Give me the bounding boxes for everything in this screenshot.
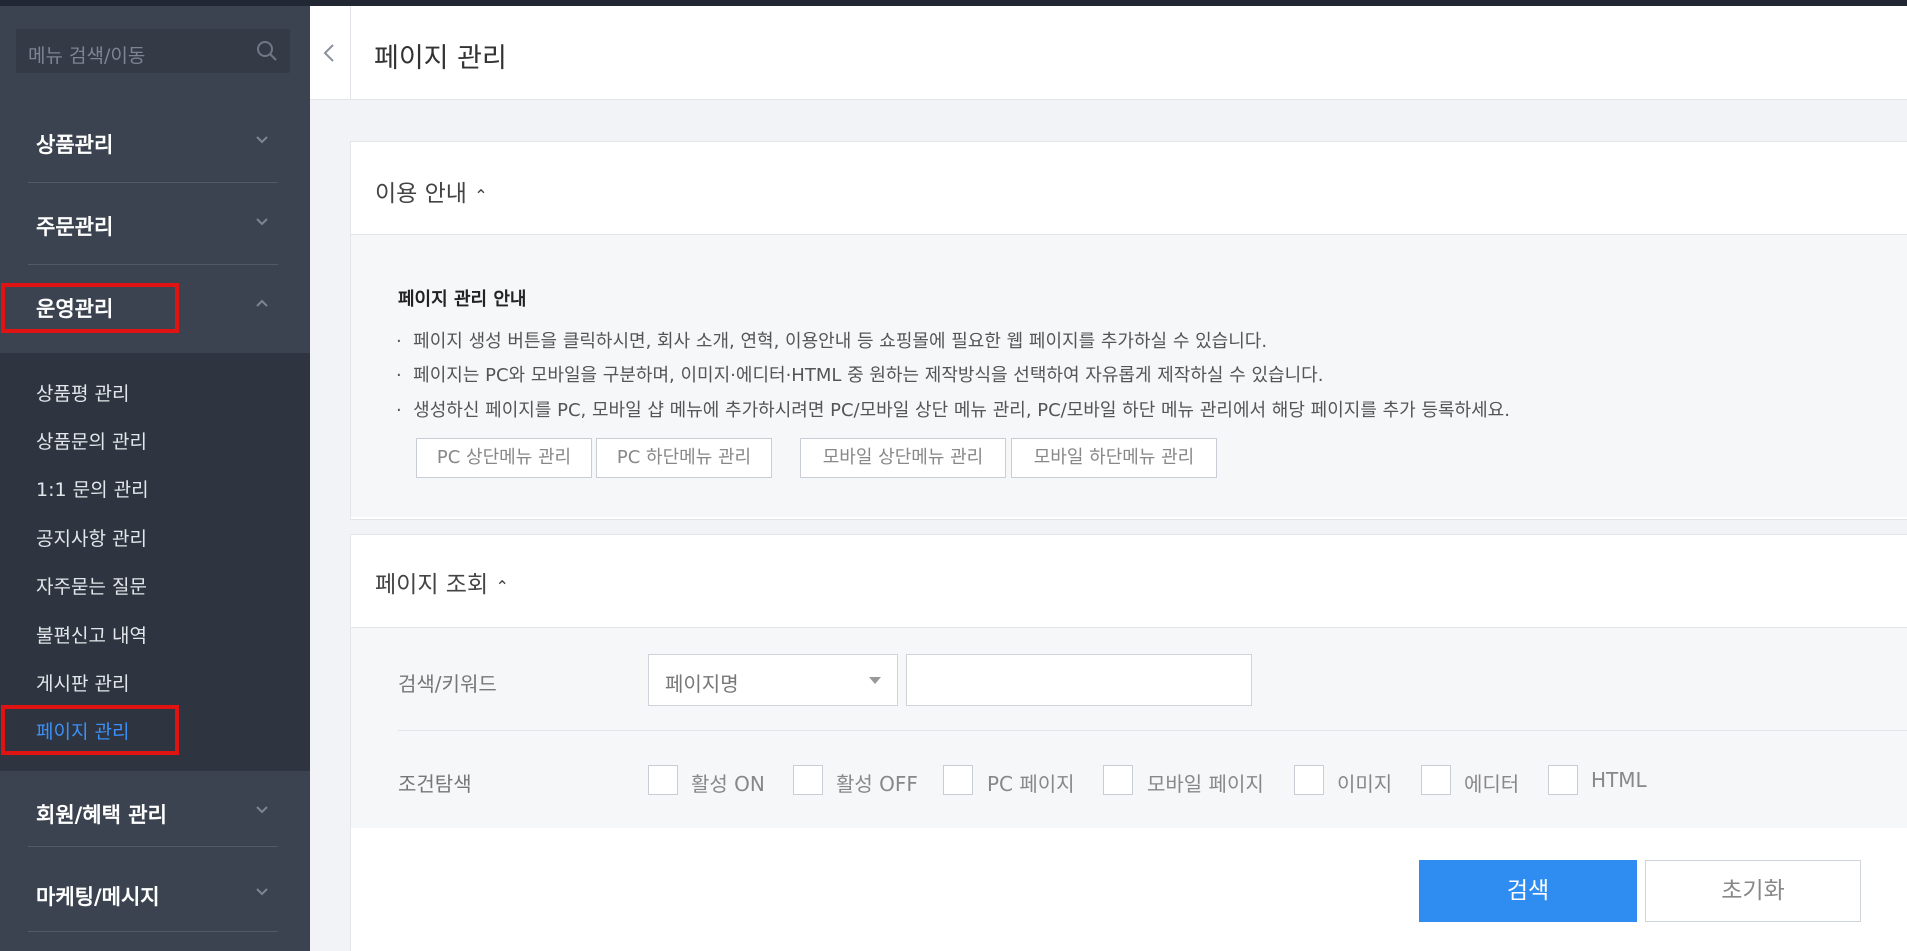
guide-bullet: · 생성하신 페이지를 PC, 모바일 샵 메뉴에 추가하시려면 PC/모바일 … bbox=[396, 400, 1510, 421]
submenu-item-complaints[interactable]: 불편신고 내역 bbox=[36, 621, 147, 648]
submenu-item-product-qna[interactable]: 상품문의 관리 bbox=[36, 427, 147, 454]
checkbox-label: 활성 ON bbox=[691, 772, 765, 796]
sidebar-item-label: 회원/혜택 관리 bbox=[36, 803, 167, 827]
divider bbox=[28, 931, 278, 932]
checkbox-pc-page[interactable] bbox=[943, 765, 973, 795]
search-button[interactable]: 검색 bbox=[1419, 860, 1637, 922]
guide-body: 페이지 관리 안내 · 페이지 생성 버튼을 클릭하시면, 회사 소개, 연혁,… bbox=[351, 234, 1907, 517]
collapse-sidebar-button[interactable] bbox=[310, 6, 351, 99]
submenu-item-faq[interactable]: 자주묻는 질문 bbox=[36, 572, 147, 599]
submenu-item-1to1-qna[interactable]: 1:1 문의 관리 bbox=[36, 475, 149, 502]
search-toggle[interactable]: 페이지 조회 ⌃ bbox=[375, 565, 509, 599]
checkbox-active-on[interactable] bbox=[648, 765, 678, 795]
checkbox-label: 활성 OFF bbox=[836, 772, 918, 796]
keyword-type-select[interactable]: 페이지명 bbox=[648, 654, 898, 706]
pc-top-menu-button[interactable]: PC 상단메뉴 관리 bbox=[416, 438, 592, 478]
guide-toggle[interactable]: 이용 안내 ⌃ bbox=[375, 174, 488, 208]
condition-label: 조건탐색 bbox=[398, 772, 472, 796]
search-icon[interactable] bbox=[256, 40, 278, 62]
keyword-input[interactable] bbox=[906, 654, 1252, 706]
guide-bullet: · 페이지는 PC와 모바일을 구분하며, 이미지·에디터·HTML 중 원하는… bbox=[396, 365, 1324, 386]
checkbox-active-off[interactable] bbox=[793, 765, 823, 795]
sidebar-item-members[interactable]: 회원/혜택 관리 bbox=[0, 771, 310, 853]
chevron-up-icon: ⌃ bbox=[495, 577, 509, 596]
checkbox-label: PC 페이지 bbox=[987, 772, 1075, 796]
pc-bottom-menu-button[interactable]: PC 하단메뉴 관리 bbox=[596, 438, 772, 478]
page-header: 페이지 관리 bbox=[310, 6, 1907, 100]
checkbox-label: HTML bbox=[1591, 768, 1647, 792]
chevron-down-icon bbox=[256, 806, 268, 814]
menu-search-placeholder: 메뉴 검색/이동 bbox=[28, 45, 146, 67]
checkbox-mobile-page[interactable] bbox=[1103, 765, 1133, 795]
menu-search-input[interactable]: 메뉴 검색/이동 bbox=[16, 29, 290, 73]
guide-bullet: · 페이지 생성 버튼을 클릭하시면, 회사 소개, 연혁, 이용안내 등 쇼핑… bbox=[396, 331, 1268, 352]
sidebar-item-label: 상품관리 bbox=[36, 133, 114, 157]
keyword-type-value: 페이지명 bbox=[665, 672, 739, 696]
chevron-down-icon bbox=[256, 888, 268, 896]
sidebar-item-products[interactable]: 상품관리 bbox=[0, 101, 310, 183]
sidebar-item-orders[interactable]: 주문관리 bbox=[0, 183, 310, 265]
checkbox-html[interactable] bbox=[1548, 765, 1578, 795]
mobile-top-menu-button[interactable]: 모바일 상단메뉴 관리 bbox=[800, 438, 1006, 478]
checkbox-label: 이미지 bbox=[1337, 772, 1393, 796]
chevron-up-icon: ⌃ bbox=[474, 186, 488, 205]
chevron-left-icon bbox=[323, 44, 334, 62]
sidebar-item-marketing[interactable]: 마케팅/메시지 bbox=[0, 853, 310, 935]
reset-button[interactable]: 초기화 bbox=[1645, 860, 1861, 922]
guide-panel: 이용 안내 ⌃ 페이지 관리 안내 · 페이지 생성 버튼을 클릭하시면, 회사… bbox=[350, 141, 1907, 520]
chevron-up-icon bbox=[256, 299, 268, 307]
divider bbox=[28, 846, 278, 847]
search-panel-title: 페이지 조회 bbox=[375, 572, 489, 598]
caret-down-icon bbox=[869, 677, 881, 684]
highlight-box-pages bbox=[1, 705, 179, 755]
keyword-label: 검색/키워드 bbox=[398, 672, 497, 696]
mobile-bottom-menu-button[interactable]: 모바일 하단메뉴 관리 bbox=[1011, 438, 1217, 478]
submenu-item-notices[interactable]: 공지사항 관리 bbox=[36, 524, 147, 551]
search-filter: 검색/키워드 페이지명 조건탐색 활성 ON 활성 OFF PC 페이지 모바일… bbox=[351, 627, 1907, 828]
sidebar-item-label: 마케팅/메시지 bbox=[36, 885, 160, 909]
checkbox-label: 에디터 bbox=[1464, 772, 1520, 796]
guide-title: 이용 안내 bbox=[375, 181, 467, 207]
chevron-down-icon bbox=[256, 218, 268, 226]
divider bbox=[398, 730, 1907, 731]
sidebar-item-label: 주문관리 bbox=[36, 215, 114, 239]
chevron-down-icon bbox=[256, 136, 268, 144]
guide-heading: 페이지 관리 안내 bbox=[398, 289, 527, 310]
sidebar: 메뉴 검색/이동 상품관리 주문관리 운영관리 상품평 관리 상품문의 관리 1… bbox=[0, 6, 310, 951]
submenu-item-reviews[interactable]: 상품평 관리 bbox=[36, 379, 129, 406]
page-title: 페이지 관리 bbox=[374, 43, 507, 74]
checkbox-label: 모바일 페이지 bbox=[1147, 772, 1264, 796]
submenu-item-boards[interactable]: 게시판 관리 bbox=[36, 669, 129, 696]
checkbox-editor[interactable] bbox=[1421, 765, 1451, 795]
checkbox-image[interactable] bbox=[1294, 765, 1324, 795]
highlight-box-operations bbox=[1, 283, 179, 333]
